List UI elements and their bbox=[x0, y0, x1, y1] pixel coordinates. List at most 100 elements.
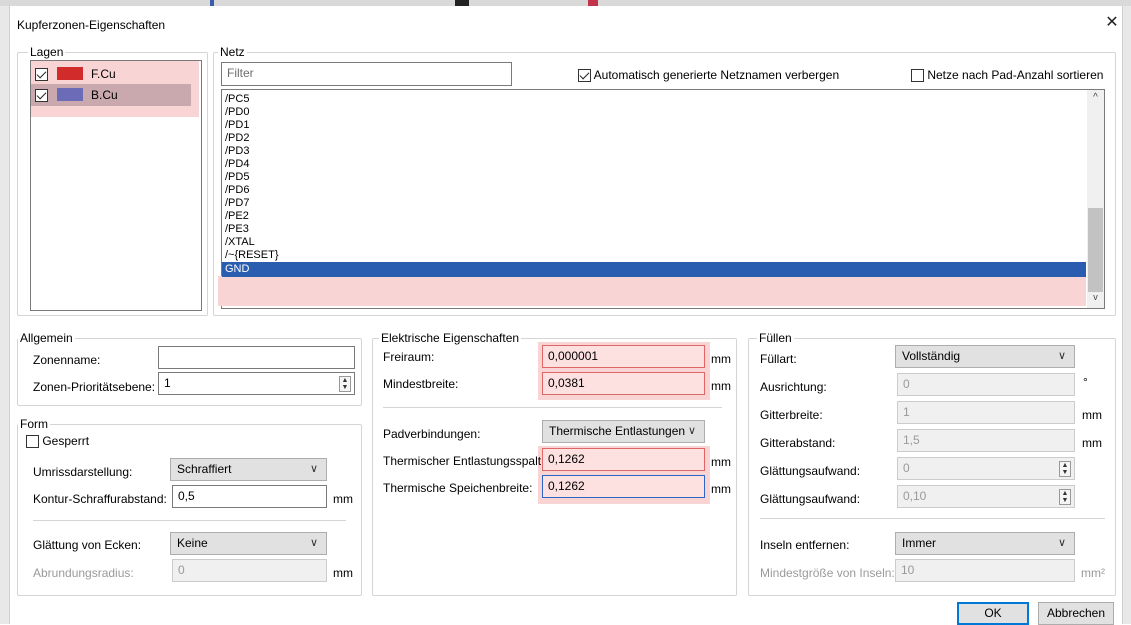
hide-auto-check-icon bbox=[578, 69, 591, 83]
net-list-scrollbar[interactable]: ^ v bbox=[1087, 90, 1104, 308]
orient-label: Ausrichtung: bbox=[760, 380, 827, 394]
net-item[interactable]: /~{RESET} bbox=[222, 249, 1086, 262]
hide-auto-nets-checkbox[interactable]: Automatisch generierte Netznamen verberg… bbox=[578, 68, 840, 83]
hatch-input[interactable]: 0,5 bbox=[172, 485, 327, 508]
chevron-down-icon: ∨ bbox=[1057, 350, 1066, 362]
chevron-down-icon: ∨ bbox=[309, 537, 318, 549]
net-list-highlight bbox=[218, 276, 1086, 306]
fill-mode-value: Vollständig bbox=[902, 349, 961, 363]
spin-arrows-icon[interactable]: ▲ ▼ bbox=[1059, 489, 1071, 505]
smooth1-value: 0 bbox=[903, 461, 910, 475]
spoke-input[interactable]: 0,1262 bbox=[542, 475, 705, 498]
locked-checkbox[interactable]: Gesperrt bbox=[26, 434, 90, 449]
minisland-label: Mindestgröße von Inseln: bbox=[760, 566, 895, 580]
fill-mode-select[interactable]: Vollständig ∨ bbox=[895, 345, 1075, 368]
scroll-down-icon[interactable]: v bbox=[1087, 292, 1104, 306]
net-item[interactable]: /PD4 bbox=[222, 158, 1086, 171]
net-item[interactable]: /PD1 bbox=[222, 119, 1086, 132]
orient-input[interactable]: 0 bbox=[897, 373, 1075, 396]
sort-check-icon bbox=[911, 69, 924, 83]
layer-bcu-checkbox[interactable] bbox=[35, 89, 48, 103]
dialog-title: Kupferzonen-Eigenschaften bbox=[17, 18, 166, 32]
smooth1-stepper[interactable]: 0 ▲ ▼ bbox=[897, 457, 1075, 480]
form-separator bbox=[33, 520, 346, 521]
net-item[interactable]: /PD0 bbox=[222, 106, 1086, 119]
smoothing-label: Glättung von Ecken: bbox=[33, 538, 142, 552]
clearance-input[interactable]: 0,000001 bbox=[542, 345, 705, 368]
islands-label: Inseln entfernen: bbox=[760, 538, 850, 552]
gap-input[interactable]: 0,1262 bbox=[542, 448, 705, 471]
smooth2-label: Glättungsaufwand: bbox=[760, 492, 861, 506]
minisland-input[interactable]: 10 bbox=[895, 559, 1075, 582]
fill-mode-label: Füllart: bbox=[760, 352, 797, 366]
smoothing-select[interactable]: Keine ∨ bbox=[170, 532, 327, 555]
priority-value: 1 bbox=[164, 376, 171, 390]
net-item[interactable]: /PE3 bbox=[222, 223, 1086, 236]
spoke-label: Thermische Speichenbreite: bbox=[383, 481, 533, 495]
net-filter-placeholder: Filter bbox=[227, 66, 254, 80]
spin-arrows-icon[interactable]: ▲ ▼ bbox=[1059, 461, 1071, 477]
chevron-down-icon: ∨ bbox=[1057, 537, 1066, 549]
net-item[interactable]: /PD2 bbox=[222, 132, 1086, 145]
background-window-strip bbox=[0, 0, 1131, 6]
layer-fcu-checkbox[interactable] bbox=[35, 68, 48, 82]
electrical-group-label: Elektrische Eigenschaften bbox=[379, 331, 522, 345]
gap-unit: mm bbox=[711, 455, 731, 469]
gap-label: Thermischer Entlastungsspalt: bbox=[383, 454, 545, 468]
chevron-down-icon: ∨ bbox=[687, 425, 696, 437]
net-item[interactable]: /PD3 bbox=[222, 145, 1086, 158]
hide-auto-nets-label: Automatisch generierte Netznamen verberg… bbox=[593, 68, 840, 82]
priority-stepper[interactable]: 1 ▲ ▼ bbox=[158, 372, 355, 395]
minwidth-unit: mm bbox=[711, 379, 731, 393]
pad-value: Thermische Entlastungen bbox=[549, 424, 686, 438]
layer-bcu-swatch bbox=[57, 88, 83, 101]
locked-label: Gesperrt bbox=[42, 434, 90, 448]
chevron-down-icon: ∨ bbox=[309, 463, 318, 475]
zone-name-input[interactable] bbox=[158, 346, 355, 369]
close-icon[interactable]: ✕ bbox=[1102, 13, 1122, 33]
layer-bcu-label: B.Cu bbox=[91, 88, 118, 102]
net-item[interactable]: /PE2 bbox=[222, 210, 1086, 223]
gridgap-input[interactable]: 1,5 bbox=[897, 429, 1075, 452]
pad-label: Padverbindungen: bbox=[383, 427, 481, 441]
layer-item-bcu[interactable]: B.Cu bbox=[33, 86, 193, 106]
sort-nets-checkbox[interactable]: Netze nach Pad-Anzahl sortieren bbox=[911, 68, 1103, 83]
layer-fcu-label: F.Cu bbox=[91, 67, 116, 81]
dialog-right-border bbox=[1122, 6, 1131, 624]
outline-label: Umrissdarstellung: bbox=[33, 465, 133, 479]
scroll-up-icon[interactable]: ^ bbox=[1087, 92, 1104, 106]
general-group-label: Allgemein bbox=[18, 331, 75, 345]
outline-value: Schraffiert bbox=[177, 462, 232, 476]
net-item[interactable]: /PC5 bbox=[222, 93, 1086, 106]
cancel-button[interactable]: Abbrechen bbox=[1038, 602, 1114, 625]
fill-separator bbox=[760, 518, 1105, 519]
net-item[interactable]: /PD5 bbox=[222, 171, 1086, 184]
pad-select[interactable]: Thermische Entlastungen ∨ bbox=[542, 420, 705, 443]
ok-button[interactable]: OK bbox=[957, 602, 1029, 625]
spin-arrows-icon[interactable]: ▲ ▼ bbox=[339, 376, 351, 392]
islands-select[interactable]: Immer ∨ bbox=[895, 532, 1075, 555]
minisland-unit: mm² bbox=[1081, 566, 1105, 580]
layer-fcu-swatch bbox=[57, 67, 83, 80]
form-group-label: Form bbox=[18, 417, 50, 431]
gridgap-label: Gitterabstand: bbox=[760, 436, 836, 450]
hatch-unit: mm bbox=[333, 492, 353, 506]
net-item[interactable]: /PD7 bbox=[222, 197, 1086, 210]
outline-select[interactable]: Schraffiert ∨ bbox=[170, 458, 327, 481]
gridwidth-label: Gitterbreite: bbox=[760, 408, 823, 422]
locked-check-icon bbox=[26, 435, 39, 449]
radius-input[interactable]: 0 bbox=[172, 559, 327, 582]
gridwidth-input[interactable]: 1 bbox=[897, 401, 1075, 424]
net-filter-input[interactable]: Filter bbox=[221, 62, 512, 86]
scroll-thumb[interactable] bbox=[1088, 208, 1103, 292]
net-list[interactable]: /PC5 /PD0 /PD1 /PD2 /PD3 /PD4 /PD5 /PD6 … bbox=[218, 89, 1105, 309]
net-item-selected[interactable]: GND bbox=[222, 262, 1086, 277]
smooth2-stepper[interactable]: 0,10 ▲ ▼ bbox=[897, 485, 1075, 508]
minwidth-input[interactable]: 0,0381 bbox=[542, 372, 705, 395]
net-item[interactable]: /XTAL bbox=[222, 236, 1086, 249]
net-item[interactable]: /PD6 bbox=[222, 184, 1086, 197]
layer-item-fcu[interactable]: F.Cu bbox=[33, 64, 193, 84]
layers-group-label: Lagen bbox=[28, 45, 66, 59]
priority-label: Zonen-Prioritätsebene: bbox=[33, 380, 156, 394]
gridwidth-unit: mm bbox=[1082, 408, 1102, 422]
